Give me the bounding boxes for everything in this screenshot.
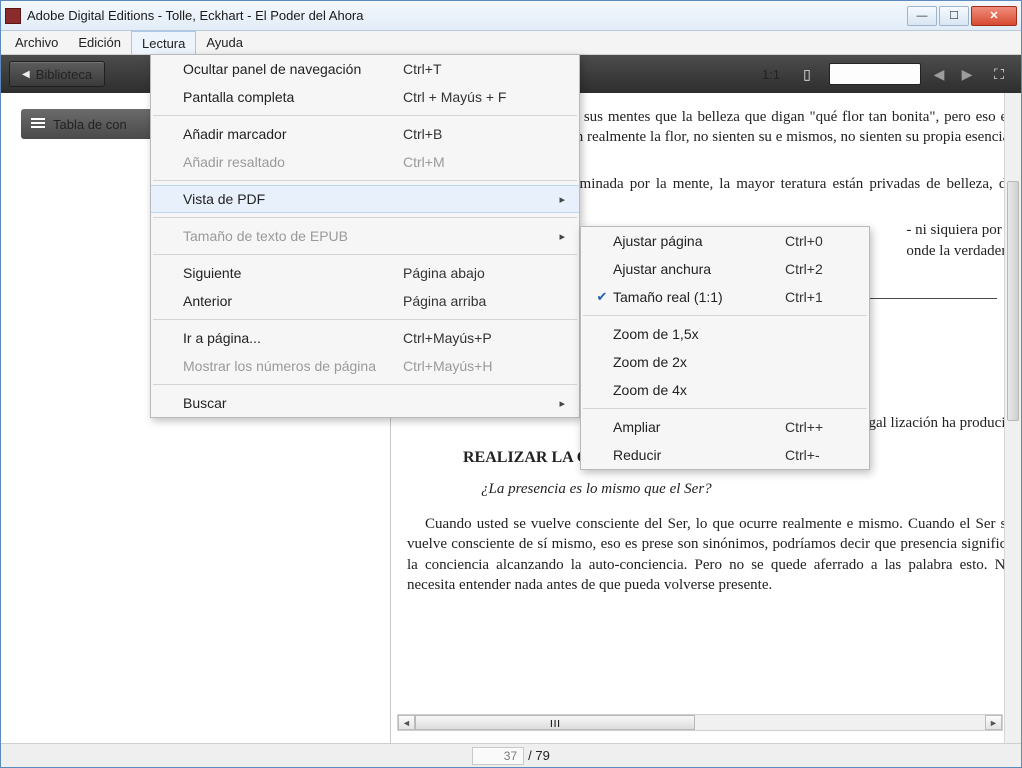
page-input[interactable] — [472, 747, 524, 765]
app-icon — [5, 8, 21, 24]
status-bar: / 79 — [1, 743, 1021, 767]
menu-item-label: Tamaño de texto de EPUB — [183, 228, 403, 244]
close-button[interactable]: ✕ — [971, 6, 1017, 26]
menu-ayuda[interactable]: Ayuda — [196, 31, 253, 54]
menu-lectura[interactable]: Lectura — [131, 31, 196, 54]
menu-edicion[interactable]: Edición — [68, 31, 131, 54]
menu-item[interactable]: Buscar ▸ — [151, 389, 579, 417]
menu-item-label: Añadir marcador — [183, 126, 403, 142]
menu-item-label: Pantalla completa — [183, 89, 403, 105]
paragraph: Cuando usted se vuelve consciente del Se… — [407, 514, 1013, 595]
vertical-scrollbar[interactable] — [1004, 93, 1021, 743]
menu-item-label: Siguiente — [183, 265, 403, 281]
menu-archivo[interactable]: Archivo — [5, 31, 68, 54]
submenu-item[interactable]: AmpliarCtrl++ — [581, 413, 869, 441]
menu-shortcut: Ctrl+M — [403, 154, 553, 170]
toc-icon — [31, 118, 45, 130]
menu-item: Añadir resaltadoCtrl+M — [151, 148, 579, 176]
menu-item[interactable]: Vista de PDF ▸ — [151, 185, 579, 213]
menu-item-label: Añadir resaltado — [183, 154, 403, 170]
submenu-item-label: Zoom de 4x — [613, 382, 785, 398]
submenu-arrow-icon: ▸ — [553, 193, 565, 206]
menu-shortcut: Página abajo — [403, 265, 553, 281]
maximize-button[interactable]: ☐ — [939, 6, 969, 26]
menu-item[interactable]: Ocultar panel de navegaciónCtrl+T — [151, 55, 579, 83]
submenu-item-label: Ajustar página — [613, 233, 785, 249]
submenu-item[interactable]: Zoom de 2x — [581, 348, 869, 376]
menu-item-label: Mostrar los números de página — [183, 358, 403, 374]
menu-item[interactable]: Pantalla completaCtrl + Mayús + F — [151, 83, 579, 111]
menu-item: Tamaño de texto de EPUB ▸ — [151, 222, 579, 250]
lectura-menu-dropdown: Ocultar panel de navegaciónCtrl+TPantall… — [150, 54, 580, 418]
submenu-shortcut: Ctrl+2 — [785, 261, 855, 277]
submenu-shortcut: Ctrl+1 — [785, 289, 855, 305]
fullscreen-icon[interactable]: ⛶ — [985, 62, 1013, 86]
paragraph: - ni siquiera por u — [853, 220, 1013, 240]
submenu-item[interactable]: ✔Tamaño real (1:1)Ctrl+1 — [581, 283, 869, 311]
window-title: Adobe Digital Editions - Tolle, Eckhart … — [27, 8, 907, 23]
page-total: / 79 — [528, 748, 550, 763]
submenu-item[interactable]: Zoom de 4x — [581, 376, 869, 404]
submenu-item-label: Ajustar anchura — [613, 261, 785, 277]
vscroll-thumb[interactable] — [1007, 181, 1019, 421]
menu-shortcut: Ctrl+Mayús+H — [403, 358, 553, 374]
submenu-shortcut: Ctrl++ — [785, 419, 855, 435]
library-label: Biblioteca — [36, 67, 92, 82]
menu-shortcut: Página arriba — [403, 293, 553, 309]
minimize-button[interactable]: — — [907, 6, 937, 26]
menu-shortcut: Ctrl+Mayús+P — [403, 330, 553, 346]
bookmark-icon[interactable]: ▯ — [793, 62, 821, 86]
menu-item-label: Ir a página... — [183, 330, 403, 346]
paragraph: onde la verdadera — [853, 241, 1013, 261]
menubar: Archivo Edición Lectura Ayuda — [1, 31, 1021, 55]
vista-pdf-submenu: Ajustar páginaCtrl+0Ajustar anchuraCtrl+… — [580, 226, 870, 470]
scroll-thumb[interactable]: ııı — [415, 715, 695, 730]
submenu-item[interactable]: Ajustar páginaCtrl+0 — [581, 227, 869, 255]
submenu-shortcut: Ctrl+0 — [785, 233, 855, 249]
submenu-item-label: Zoom de 2x — [613, 354, 785, 370]
menu-shortcut: Ctrl + Mayús + F — [403, 89, 553, 105]
submenu-item-label: Ampliar — [613, 419, 785, 435]
menu-item: Mostrar los números de páginaCtrl+Mayús+… — [151, 352, 579, 380]
submenu-arrow-icon: ▸ — [553, 397, 565, 410]
next-page-button[interactable]: ▶ — [957, 64, 977, 84]
submenu-arrow-icon: ▸ — [553, 230, 565, 243]
submenu-item-label: Zoom de 1,5x — [613, 326, 785, 342]
actual-size-icon[interactable]: 1:1 — [757, 62, 785, 86]
submenu-item[interactable]: Ajustar anchuraCtrl+2 — [581, 255, 869, 283]
submenu-item-label: Reducir — [613, 447, 785, 463]
library-button[interactable]: ◀ Biblioteca — [9, 61, 105, 87]
search-input[interactable] — [829, 63, 921, 85]
menu-item[interactable]: AnteriorPágina arriba — [151, 287, 579, 315]
menu-item[interactable]: SiguientePágina abajo — [151, 259, 579, 287]
menu-item-label: Anterior — [183, 293, 403, 309]
scroll-right-button[interactable]: ► — [985, 715, 1002, 730]
toc-label: Tabla de con — [53, 117, 127, 132]
menu-item-label: Ocultar panel de navegación — [183, 61, 403, 77]
menu-item-label: Vista de PDF — [183, 191, 403, 207]
submenu-item-label: Tamaño real (1:1) — [613, 289, 785, 305]
menu-item[interactable]: Ir a página...Ctrl+Mayús+P — [151, 324, 579, 352]
submenu-shortcut: Ctrl+- — [785, 447, 855, 463]
section-question: ¿La presencia es lo mismo que el Ser? — [407, 481, 1013, 498]
back-triangle-icon: ◀ — [22, 69, 30, 80]
check-icon: ✔ — [591, 289, 613, 305]
menu-item[interactable]: Añadir marcadorCtrl+B — [151, 120, 579, 148]
scroll-track[interactable]: ııı — [415, 715, 985, 730]
horizontal-scrollbar[interactable]: ◄ ııı ► — [397, 714, 1003, 731]
menu-shortcut: Ctrl+B — [403, 126, 553, 142]
menu-item-label: Buscar — [183, 395, 403, 411]
prev-page-button[interactable]: ◀ — [929, 64, 949, 84]
menu-shortcut: Ctrl+T — [403, 61, 553, 77]
submenu-item[interactable]: ReducirCtrl+- — [581, 441, 869, 469]
scroll-left-button[interactable]: ◄ — [398, 715, 415, 730]
titlebar[interactable]: Adobe Digital Editions - Tolle, Eckhart … — [1, 1, 1021, 31]
submenu-item[interactable]: Zoom de 1,5x — [581, 320, 869, 348]
